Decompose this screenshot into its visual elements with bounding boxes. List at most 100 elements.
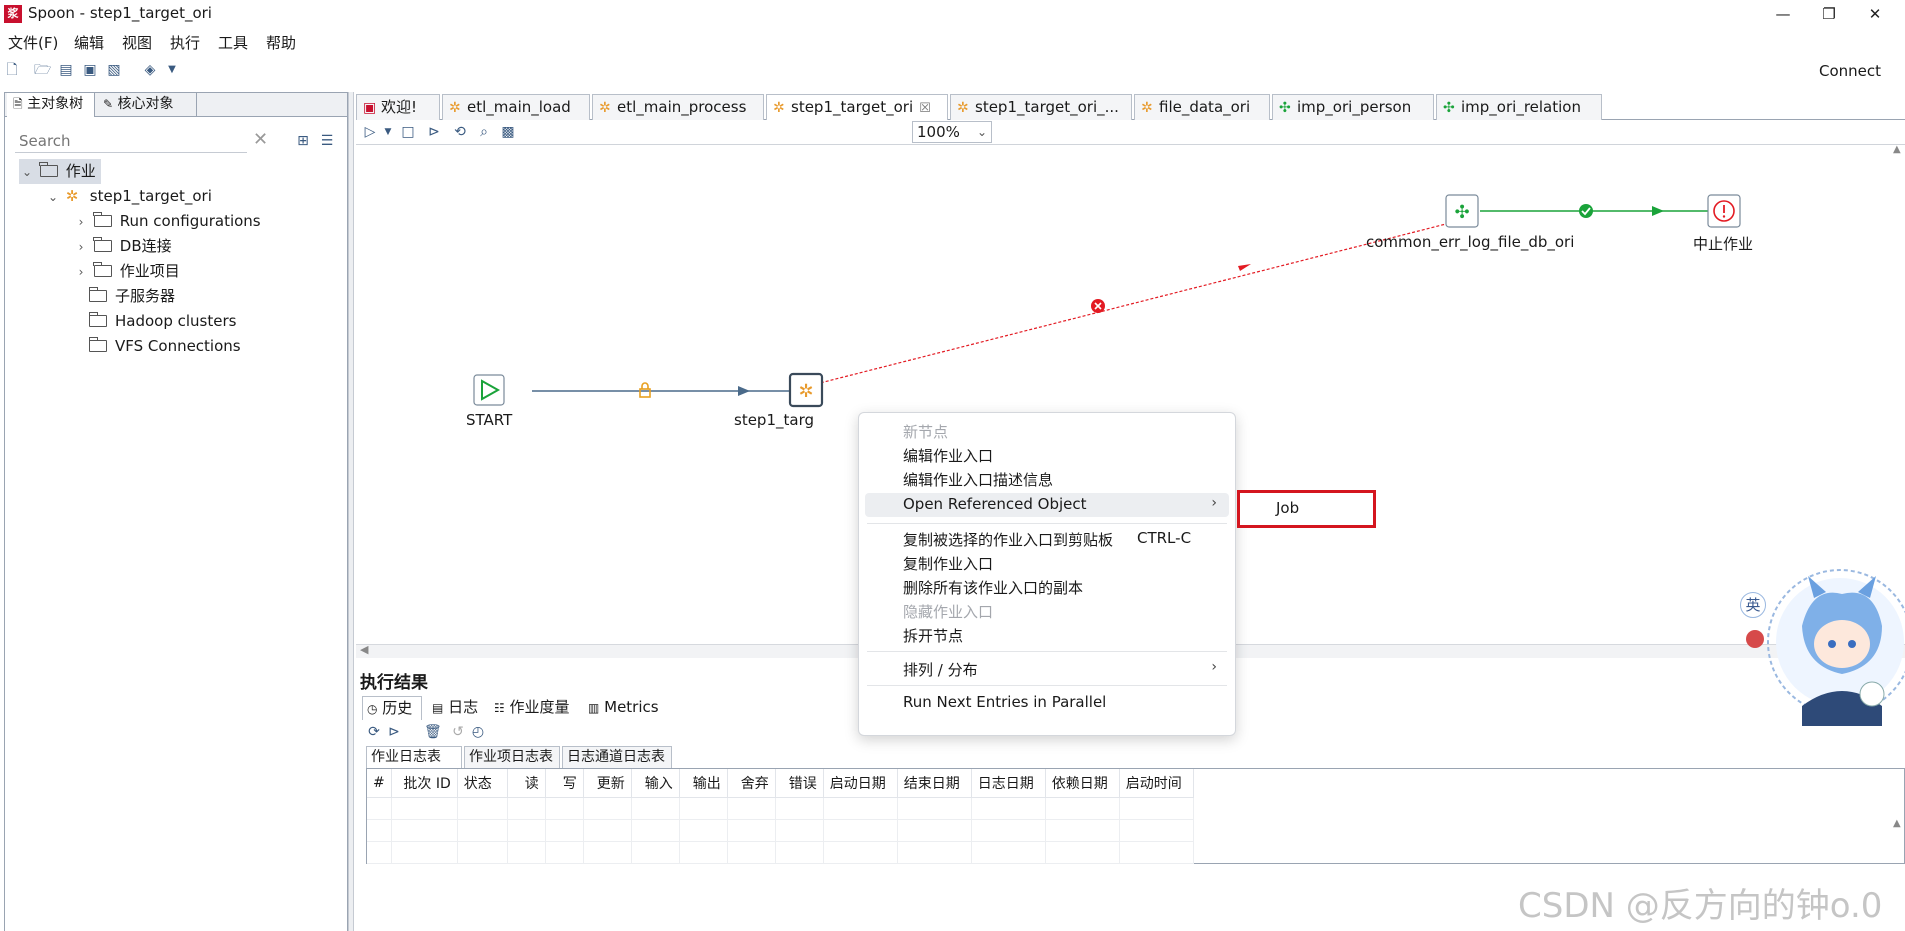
run-dropdown-icon[interactable]: ▼	[380, 124, 396, 140]
replay-icon[interactable]: ⊳	[386, 724, 402, 740]
cm-edit-description[interactable]: 编辑作业入口描述信息	[903, 469, 1053, 490]
collapse-all-icon[interactable]: ⊞	[295, 133, 311, 149]
abort-node[interactable]	[1707, 194, 1741, 228]
save-icon[interactable]: ▣	[82, 62, 98, 78]
submenu-item-job[interactable]: Job	[1276, 499, 1299, 517]
zoom-select[interactable]: 100% ⌄	[912, 121, 992, 143]
scroll-up-icon[interactable]: ▲	[1893, 818, 1901, 829]
chevron-down-icon[interactable]: ⌄	[19, 160, 35, 185]
step1-node[interactable]: ✲	[788, 372, 824, 408]
tab-metrics[interactable]: ▥ Metrics	[584, 696, 663, 720]
subtab-entry-log[interactable]: 作业项日志表	[464, 746, 560, 768]
maximize-button[interactable]: ❐	[1806, 0, 1852, 28]
column-header[interactable]: 输入	[631, 769, 680, 798]
table-row[interactable]	[367, 819, 1194, 842]
cm-new-node[interactable]: 新节点	[903, 421, 948, 442]
tab-welcome[interactable]: ▣ 欢迎!	[356, 94, 440, 120]
search-input[interactable]	[15, 129, 247, 153]
tree-item-slave-servers[interactable]: 子服务器	[88, 284, 175, 309]
tab-log[interactable]: ▤ 日志	[428, 696, 482, 720]
new-file-icon[interactable]: 🗋	[4, 62, 20, 78]
tab-step1-target-ori-2[interactable]: ✲ step1_target_ori_...	[950, 94, 1132, 120]
close-button[interactable]: ✕	[1852, 0, 1898, 28]
menu-run[interactable]: 执行	[170, 32, 200, 53]
explore-repository-icon[interactable]: ▤	[58, 62, 74, 78]
panel-splitter[interactable]	[348, 92, 354, 931]
replay-icon[interactable]: ⟲	[452, 124, 468, 140]
tab-imp-ori-relation[interactable]: ✣ imp_ori_relation	[1436, 94, 1602, 120]
column-header[interactable]: 批次 ID	[391, 769, 458, 798]
subtab-job-log[interactable]: 作业日志表	[366, 746, 462, 768]
table-row[interactable]	[367, 797, 1194, 820]
save-as-icon[interactable]: ▧	[106, 62, 122, 78]
mascot-badge[interactable]: 英	[1740, 592, 1766, 618]
column-header[interactable]: 日志日期	[971, 769, 1046, 798]
perspective-dropdown-icon[interactable]: ▼	[164, 62, 180, 78]
column-header[interactable]: #	[367, 769, 392, 798]
menu-tools[interactable]: 工具	[218, 32, 248, 53]
chevron-right-icon[interactable]: ›	[73, 210, 89, 235]
column-header[interactable]: 结束日期	[897, 769, 972, 798]
menu-help[interactable]: 帮助	[266, 32, 296, 53]
exploredb-icon[interactable]: ▩	[500, 124, 516, 140]
tree-item-job-entries[interactable]: › 作业项目	[73, 259, 180, 284]
err-log-node[interactable]: ✣	[1445, 194, 1479, 228]
column-header[interactable]: 输出	[679, 769, 728, 798]
trash-icon[interactable]: 🗑	[424, 724, 442, 740]
column-header[interactable]: 错误	[775, 769, 824, 798]
cm-align-distribute[interactable]: 排列 / 分布	[903, 659, 978, 680]
open-file-icon[interactable]: 🗁	[34, 62, 51, 78]
chevron-right-icon[interactable]: ›	[73, 260, 89, 285]
tab-job-metrics[interactable]: ☷ 作业度量	[490, 696, 574, 720]
tab-step1-target-ori[interactable]: ✲ step1_target_ori ☒	[766, 94, 948, 120]
clock-icon[interactable]: ◴	[470, 724, 486, 740]
cm-detach-node[interactable]: 拆开节点	[903, 625, 963, 646]
tab-etl-main-load[interactable]: ✲ etl_main_load	[442, 94, 590, 120]
tree-item-hadoop-clusters[interactable]: Hadoop clusters	[88, 309, 236, 334]
start-node[interactable]	[473, 374, 505, 406]
column-header[interactable]: 读	[507, 769, 546, 798]
column-header[interactable]: 状态	[457, 769, 508, 798]
undo-icon[interactable]: ↺	[450, 724, 466, 740]
scroll-up-icon[interactable]: ▲	[1893, 144, 1901, 155]
tab-imp-ori-person[interactable]: ✣ imp_ori_person	[1272, 94, 1434, 120]
cm-edit-entry[interactable]: 编辑作业入口	[903, 445, 993, 466]
chevron-right-icon[interactable]: ›	[73, 235, 89, 260]
menu-file[interactable]: 文件(F)	[8, 32, 58, 53]
tree-item-job[interactable]: ⌄ ✲ step1_target_ori	[45, 184, 212, 209]
column-header[interactable]: 启动时间	[1119, 769, 1194, 798]
close-tab-icon[interactable]: ☒	[919, 101, 931, 116]
tab-history[interactable]: ◷ 历史	[362, 696, 422, 720]
column-header[interactable]: 更新	[583, 769, 632, 798]
menu-view[interactable]: 视图	[122, 32, 152, 53]
cm-hide-entry[interactable]: 隐藏作业入口	[903, 601, 993, 622]
connect-button[interactable]: Connect	[1819, 62, 1881, 80]
cm-copy-to-clipboard[interactable]: 复制被选择的作业入口到剪贴板	[903, 529, 1113, 550]
tree-root-jobs[interactable]: ⌄ 作业	[19, 159, 101, 184]
column-header[interactable]: 舍弃	[727, 769, 776, 798]
menu-edit[interactable]: 编辑	[74, 32, 104, 53]
refresh-icon[interactable]: ⟳	[366, 724, 382, 740]
cm-delete-all-copies[interactable]: 删除所有该作业入口的副本	[903, 577, 1083, 598]
perspective-icon[interactable]: ◈	[142, 62, 158, 78]
expand-all-icon[interactable]: ☰	[319, 133, 335, 149]
clear-search-icon[interactable]: ✕	[253, 129, 268, 150]
tab-file-data-ori[interactable]: ✲ file_data_ori	[1134, 94, 1270, 120]
column-header[interactable]: 依赖日期	[1045, 769, 1120, 798]
minimize-button[interactable]: —	[1760, 0, 1806, 28]
column-header[interactable]: 写	[545, 769, 584, 798]
tab-core-objects[interactable]: ✎ 核心对象	[97, 93, 197, 117]
table-row[interactable]	[367, 841, 1194, 864]
tree-item-vfs-connections[interactable]: VFS Connections	[88, 334, 241, 359]
chevron-down-icon[interactable]: ⌄	[45, 185, 61, 210]
run-icon[interactable]: ▷	[362, 124, 378, 140]
tab-main-tree[interactable]: 🗎 主对象树	[7, 93, 95, 117]
scroll-left-icon[interactable]: ◀	[360, 643, 368, 656]
sql-icon[interactable]: ⌕	[476, 124, 492, 140]
tree-item-db-connections[interactable]: › DB连接	[73, 234, 172, 259]
stop-icon[interactable]: □	[400, 124, 416, 140]
preview-icon[interactable]: ⊳	[426, 124, 442, 140]
hop-step1-err[interactable]	[815, 223, 1447, 385]
tab-etl-main-process[interactable]: ✲ etl_main_process	[592, 94, 764, 120]
tree-item-run-configurations[interactable]: › Run configurations	[73, 209, 261, 234]
